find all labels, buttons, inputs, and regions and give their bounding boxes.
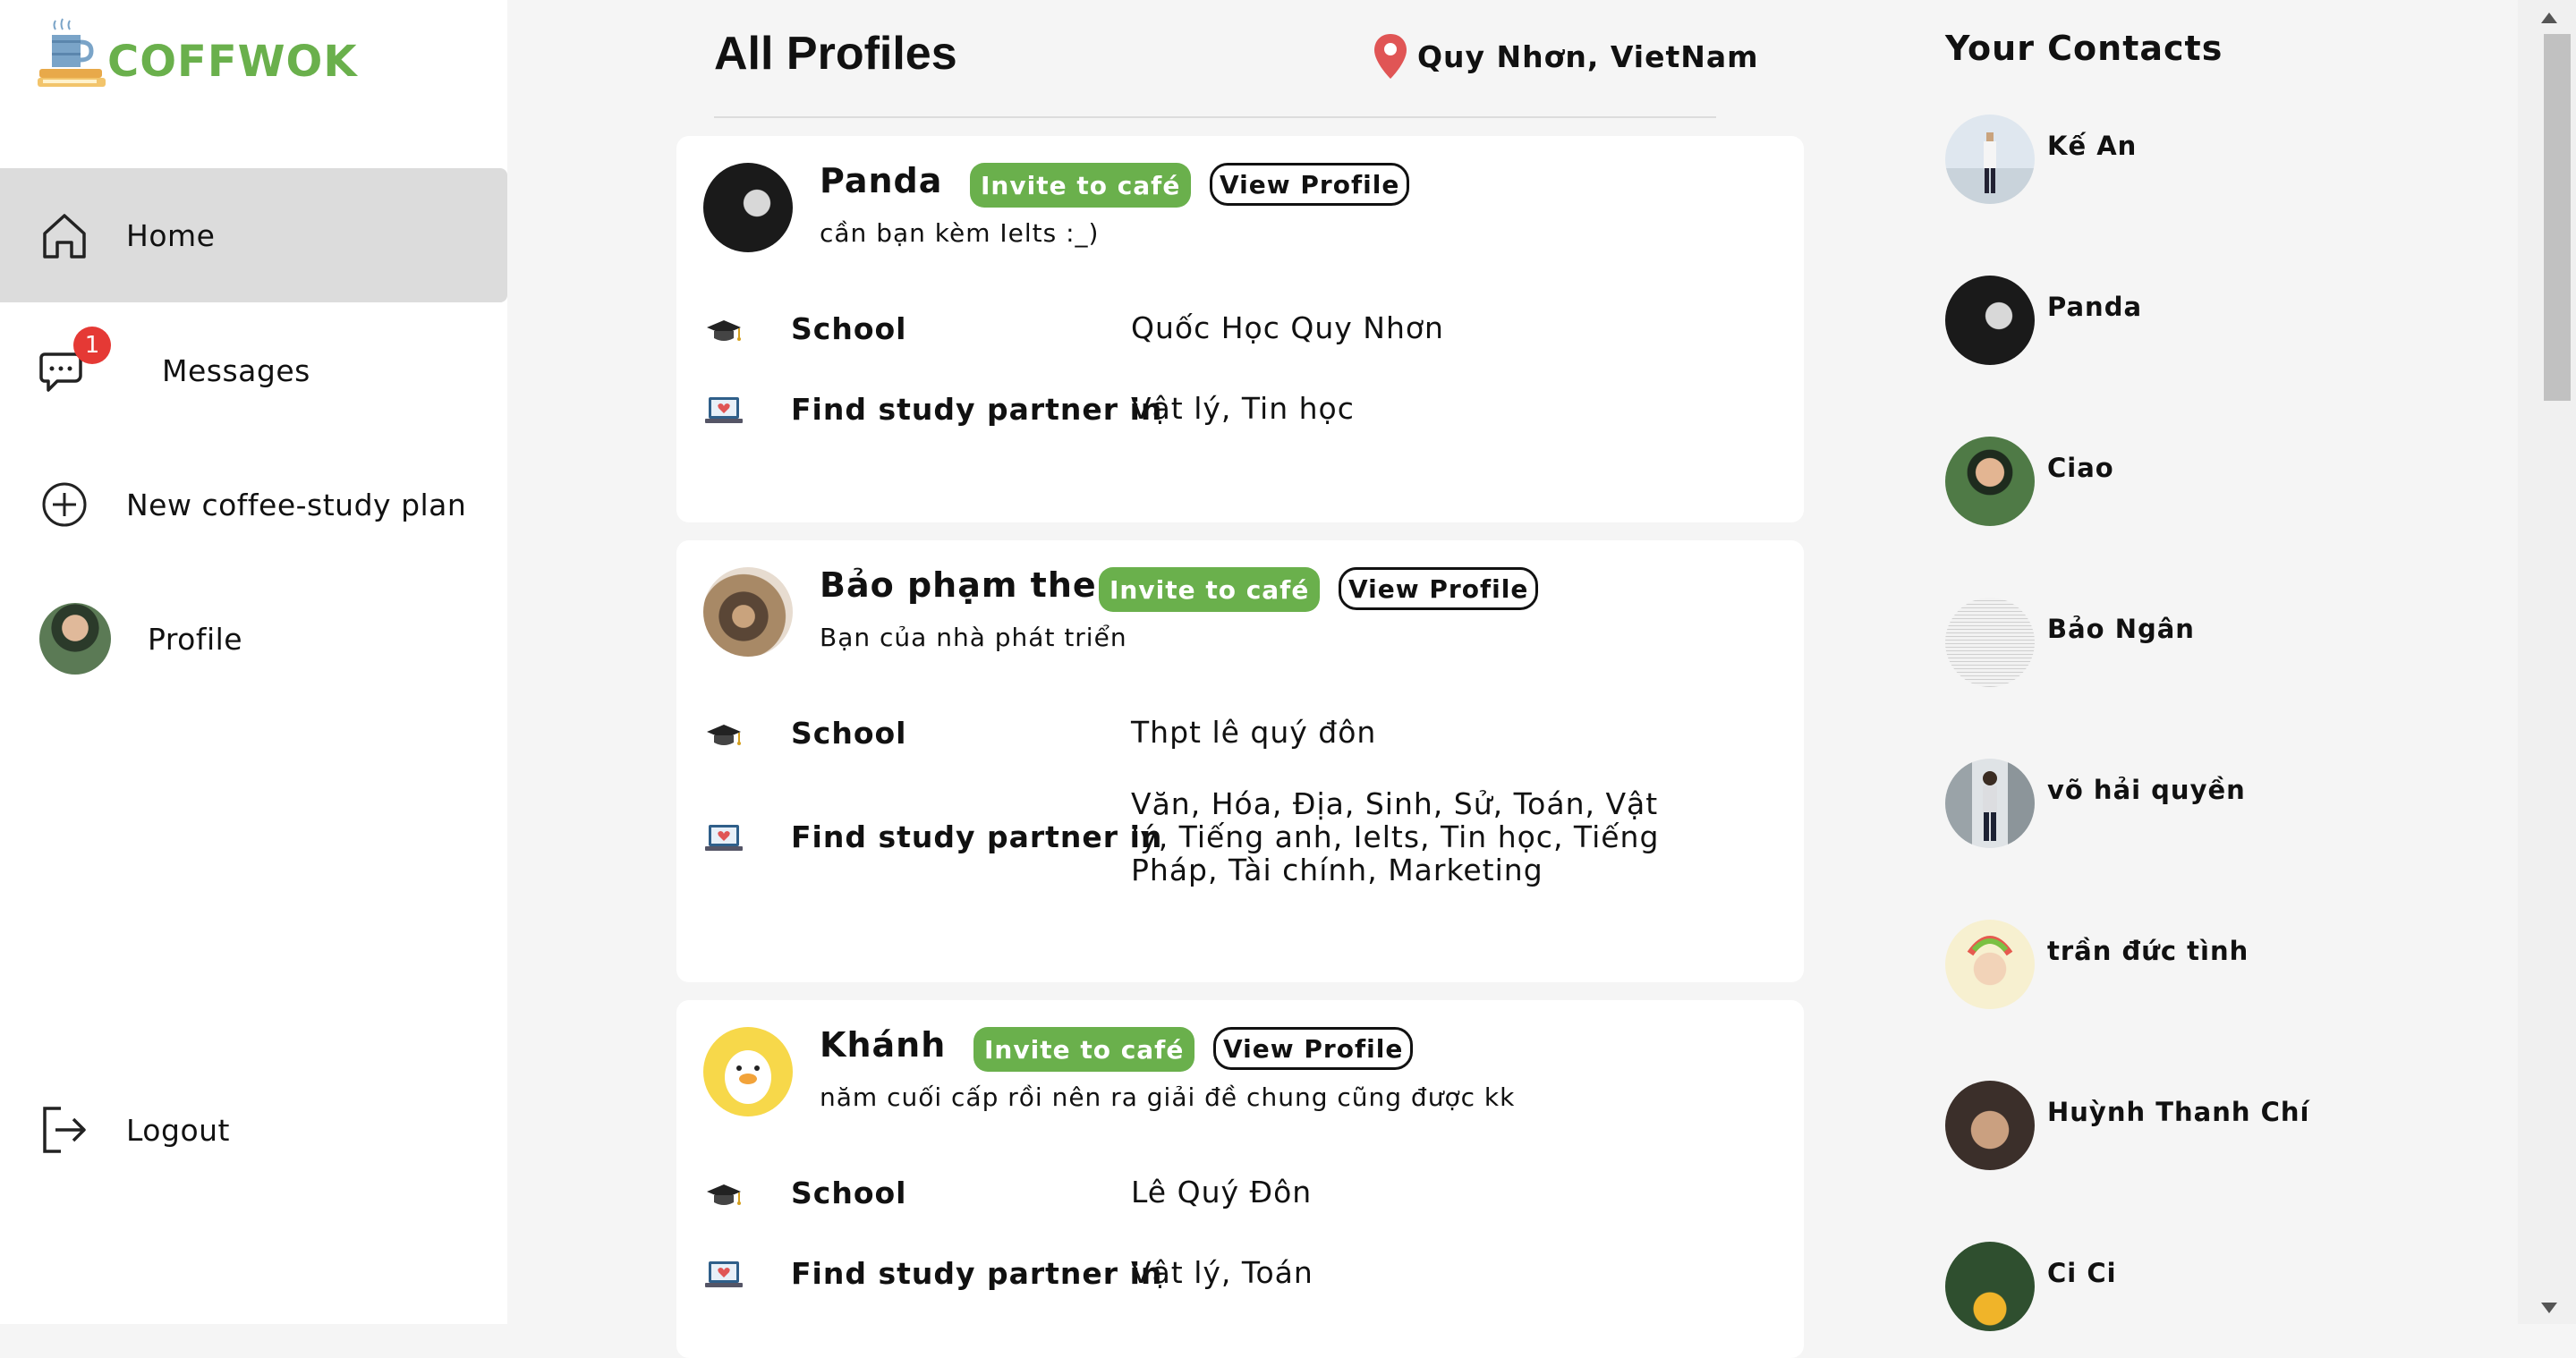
- contact-item[interactable]: Huỳnh Thanh Chí: [1945, 1081, 2446, 1170]
- contacts-title: Your Contacts: [1945, 29, 2223, 68]
- school-label: School: [791, 1176, 907, 1210]
- laptop-icon: [705, 397, 743, 423]
- study-label: Find study partner in: [791, 392, 1163, 427]
- sidebar-item-new-plan[interactable]: New coffee-study plan: [0, 437, 507, 572]
- view-profile-button[interactable]: View Profile: [1339, 567, 1539, 610]
- profile-name: Panda: [820, 161, 943, 200]
- view-profile-button[interactable]: View Profile: [1210, 163, 1410, 206]
- coffee-books-logo-icon: [38, 18, 106, 87]
- contact-avatar: [1945, 115, 2035, 204]
- scroll-down-arrow-icon[interactable]: [2541, 1303, 2557, 1313]
- contact-avatar: [1945, 1242, 2035, 1331]
- graduation-cap-icon: [707, 320, 741, 341]
- contact-item[interactable]: võ hải quyền: [1945, 759, 2446, 848]
- school-value: Quốc Học Quy Nhơn: [1131, 310, 1444, 345]
- sidebar-item-home[interactable]: Home: [0, 168, 507, 302]
- unread-badge: 1: [73, 327, 111, 364]
- invite-button[interactable]: Invite to café: [973, 1027, 1195, 1072]
- profile-card: Bảo phạm the Invite to café View Profile…: [676, 540, 1804, 982]
- sidebar-item-label: New coffee-study plan: [126, 487, 467, 522]
- study-label: Find study partner in: [791, 819, 1163, 854]
- study-value: Vật lý, Tin học: [1131, 391, 1355, 426]
- contact-avatar: [1945, 759, 2035, 848]
- page-title: All Profiles: [714, 28, 957, 80]
- profile-avatar[interactable]: [703, 567, 793, 657]
- avatar: [39, 603, 111, 675]
- school-label: School: [791, 716, 907, 751]
- graduation-cap-icon: [707, 1184, 741, 1205]
- school-value: Thpt lê quý đôn: [1131, 715, 1377, 750]
- header-divider: [714, 116, 1716, 118]
- profile-avatar[interactable]: [703, 1027, 793, 1116]
- study-value: Văn, Hóa, Địa, Sinh, Sử, Toán, Vật lý, T…: [1131, 786, 1660, 887]
- location[interactable]: Quy Nhơn, VietNam: [1373, 32, 1759, 81]
- logout-icon: [43, 1107, 86, 1153]
- plus-circle-icon: [42, 482, 87, 527]
- view-profile-button[interactable]: View Profile: [1213, 1027, 1414, 1070]
- contact-item[interactable]: Ciao: [1945, 437, 2446, 526]
- profile-name: Khánh: [820, 1025, 947, 1065]
- contact-name: trần đức tình: [2047, 936, 2249, 966]
- contact-item[interactable]: trần đức tình: [1945, 920, 2446, 1009]
- logo[interactable]: COFFWOK: [36, 14, 358, 95]
- school-value: Lê Quý Đôn: [1131, 1175, 1313, 1209]
- sidebar: COFFWOK Home 1 Messages New coffee-study…: [0, 0, 507, 1324]
- contact-name: Huỳnh Thanh Chí: [2047, 1097, 2310, 1127]
- profile-name: Bảo phạm the: [820, 565, 1097, 605]
- graduation-cap-icon: [707, 725, 741, 745]
- contact-name: Bảo Ngân: [2047, 614, 2195, 644]
- duck-avatar-icon: [725, 1050, 771, 1104]
- study-label: Find study partner in: [791, 1256, 1163, 1291]
- contact-item[interactable]: Bảo Ngân: [1945, 598, 2446, 687]
- school-label: School: [791, 311, 907, 346]
- profile-bio: Bạn của nhà phát triển: [820, 623, 1127, 652]
- contact-item[interactable]: Ci Ci: [1945, 1242, 2446, 1331]
- contact-name: Kế An: [2047, 131, 2138, 161]
- scrollbar-thumb[interactable]: [2544, 34, 2571, 401]
- contact-avatar: [1945, 276, 2035, 365]
- sidebar-item-label: Home: [126, 217, 216, 253]
- contact-item[interactable]: Panda: [1945, 276, 2446, 365]
- logout-label: Logout: [126, 1112, 230, 1148]
- invite-button[interactable]: Invite to café: [970, 163, 1192, 208]
- contact-name: Ci Ci: [2047, 1258, 2117, 1288]
- study-value: Vật lý, Toán: [1131, 1255, 1314, 1290]
- profile-card: Panda Invite to café View Profile cần bạ…: [676, 136, 1804, 522]
- logout-button[interactable]: Logout: [0, 1063, 507, 1197]
- contact-avatar: [1945, 437, 2035, 526]
- sidebar-item-label: Messages: [162, 352, 310, 388]
- brand-name: COFFWOK: [107, 37, 358, 87]
- contact-item[interactable]: Kế An: [1945, 115, 2446, 204]
- laptop-icon: [705, 1261, 743, 1287]
- contact-avatar: [1945, 1081, 2035, 1170]
- sidebar-item-messages[interactable]: 1 Messages: [0, 303, 507, 437]
- sidebar-item-profile[interactable]: Profile: [0, 572, 507, 706]
- contact-avatar: [1945, 598, 2035, 687]
- contact-name: Panda: [2047, 292, 2143, 322]
- contact-name: võ hải quyền: [2047, 775, 2246, 805]
- location-text: Quy Nhơn, VietNam: [1417, 38, 1759, 74]
- laptop-icon: [705, 825, 743, 851]
- scroll-up-arrow-icon[interactable]: [2541, 13, 2557, 23]
- map-pin-icon: [1374, 34, 1407, 79]
- contact-name: Ciao: [2047, 453, 2114, 483]
- profile-card: Khánh Invite to café View Profile năm cu…: [676, 1000, 1804, 1358]
- profile-bio: năm cuối cấp rồi nên ra giải đề chung cũ…: [820, 1082, 1516, 1112]
- profile-avatar[interactable]: [703, 163, 793, 252]
- home-icon: [43, 214, 86, 259]
- invite-button[interactable]: Invite to café: [1099, 567, 1321, 612]
- sidebar-item-label: Profile: [148, 621, 243, 657]
- contact-avatar: [1945, 920, 2035, 1009]
- profile-bio: cần bạn kèm Ielts :_): [820, 218, 1100, 248]
